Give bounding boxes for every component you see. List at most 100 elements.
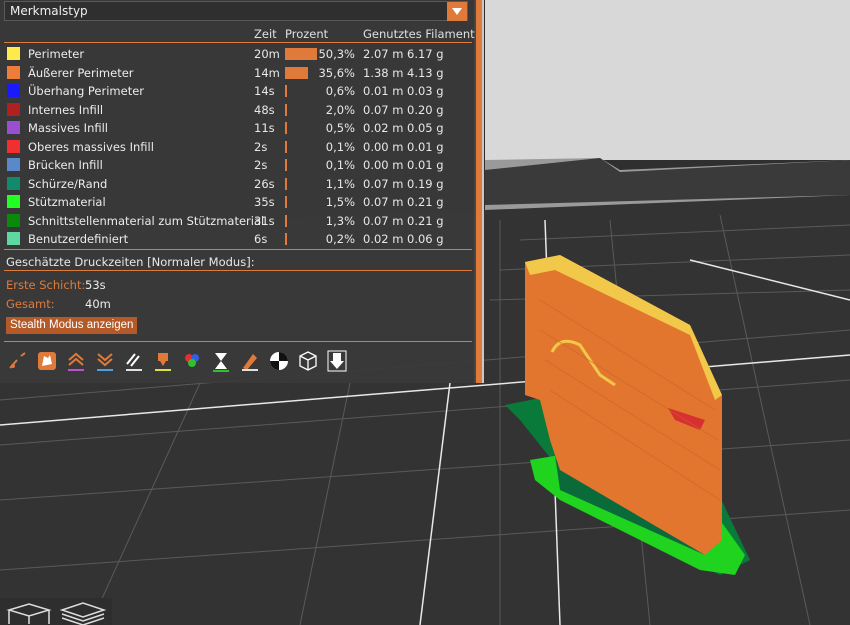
- feature-time: 2s: [254, 139, 268, 154]
- legend-row[interactable]: Internes Infill 48s 2,0% 0.07 m 0.20 g: [0, 101, 476, 119]
- percent-bar: [285, 233, 287, 245]
- feature-time: 6s: [254, 232, 268, 246]
- feature-percent: 1,1%: [325, 176, 355, 191]
- percent-bar: [285, 103, 287, 116]
- feature-length: 0.02 m: [363, 121, 404, 135]
- retractions-icon[interactable]: [65, 350, 87, 372]
- wipe-icon[interactable]: [36, 350, 58, 372]
- feature-name: Schnittstellenmaterial zum Stützmaterial: [28, 213, 265, 228]
- feature-time: 14s: [254, 84, 275, 98]
- feature-length: 0.07 m: [363, 102, 404, 117]
- shells-icon[interactable]: [297, 350, 319, 372]
- travel-icon[interactable]: [7, 350, 29, 372]
- feature-length: 0.02 m: [363, 232, 404, 246]
- feature-percent: 0,5%: [325, 121, 355, 135]
- first-layer-value: 53s: [85, 278, 106, 292]
- legend-row[interactable]: Äußerer Perimeter 14m 35,6% 1.38 m 4.13 g: [0, 64, 476, 82]
- legend-row[interactable]: Schürze/Rand 26s 1,1% 0.07 m 0.19 g: [0, 175, 476, 193]
- view-switcher: [0, 598, 112, 625]
- legend-row[interactable]: Stützmaterial 35s 1,5% 0.07 m 0.21 g: [0, 193, 476, 211]
- feature-weight: 0.21 g: [407, 195, 444, 209]
- legend-row[interactable]: Schnittstellenmaterial zum Stützmaterial…: [0, 212, 476, 230]
- feature-weight: 0.06 g: [407, 232, 444, 246]
- 3d-view-cube-icon[interactable]: [5, 600, 53, 625]
- feature-weight: 0.01 g: [407, 158, 444, 172]
- color-swatch: [7, 47, 20, 60]
- feature-weight: 6.17 g: [407, 47, 444, 61]
- feature-time: 26s: [254, 176, 275, 191]
- feature-percent: 0,2%: [325, 232, 355, 246]
- tool-changes-icon[interactable]: [152, 350, 174, 372]
- header-divider: [4, 42, 472, 43]
- color-swatch: [7, 139, 20, 153]
- feature-time: 11s: [254, 121, 275, 135]
- feature-weight: 0.20 g: [407, 102, 444, 117]
- color-swatch: [7, 232, 20, 245]
- feature-length: 0.07 m: [363, 176, 404, 191]
- toolbar-divider: [4, 341, 472, 342]
- view-type-selected: Merkmalstyp: [10, 4, 88, 18]
- feature-percent: 0,1%: [325, 158, 355, 172]
- chevron-down-icon[interactable]: [447, 2, 467, 21]
- legend-row[interactable]: Massives Infill 11s 0,5% 0.02 m 0.05 g: [0, 119, 476, 137]
- pause-icon[interactable]: [210, 350, 232, 372]
- feature-name: Überhang Perimeter: [28, 84, 145, 98]
- feature-length: 0.01 m: [363, 84, 404, 98]
- feature-length: 0.00 m: [363, 139, 404, 154]
- tool-marker-icon[interactable]: [326, 350, 348, 372]
- color-changes-icon[interactable]: [181, 350, 203, 372]
- feature-weight: 0.05 g: [407, 121, 444, 135]
- percent-bar: [285, 177, 287, 190]
- deretractions-icon[interactable]: [94, 350, 116, 372]
- color-swatch: [7, 84, 20, 97]
- color-swatch: [7, 102, 20, 116]
- total-value: 40m: [85, 297, 111, 311]
- feature-length: 0.07 m: [363, 213, 404, 228]
- legend-panel: Merkmalstyp Zeit Prozent Genutztes Filam…: [0, 0, 476, 383]
- feature-name: Brücken Infill: [28, 158, 103, 172]
- percent-bar: [285, 196, 287, 208]
- panel-scrollbar-thumb[interactable]: [476, 0, 482, 383]
- color-swatch: [7, 195, 20, 208]
- color-swatch: [7, 121, 20, 134]
- percent-bar: [285, 122, 287, 134]
- feature-name: Oberes massives Infill: [28, 139, 154, 154]
- percent-bar: [285, 159, 287, 171]
- feature-weight: 0.01 g: [407, 139, 444, 154]
- percent-bar: [285, 214, 287, 227]
- feature-percent: 50,3%: [318, 47, 355, 61]
- feature-length: 2.07 m: [363, 47, 404, 61]
- feature-time: 48s: [254, 102, 275, 117]
- view-type-dropdown[interactable]: Merkmalstyp: [4, 1, 468, 21]
- feature-name: Internes Infill: [28, 102, 104, 117]
- feature-length: 0.07 m: [363, 195, 404, 209]
- estimate-title-divider: [4, 270, 472, 271]
- column-header-percent: Prozent: [285, 27, 329, 41]
- color-swatch: [7, 213, 20, 227]
- legend-row[interactable]: Überhang Perimeter 14s 0,6% 0.01 m 0.03 g: [0, 82, 476, 100]
- seams-icon[interactable]: [123, 350, 145, 372]
- layers-view-icon[interactable]: [58, 600, 108, 625]
- legend-row[interactable]: Benutzerdefiniert 6s 0,2% 0.02 m 0.06 g: [0, 230, 476, 248]
- stealth-mode-button[interactable]: Stealth Modus anzeigen: [6, 317, 138, 334]
- feature-weight: 0.19 g: [407, 176, 444, 191]
- feature-percent: 0,6%: [325, 84, 355, 98]
- feature-name: Stützmaterial: [28, 195, 106, 209]
- feature-name: Benutzerdefiniert: [28, 232, 129, 246]
- feature-percent: 2,0%: [325, 102, 355, 117]
- legend-row[interactable]: Perimeter 20m 50,3% 2.07 m 6.17 g: [0, 45, 476, 63]
- total-label: Gesamt:: [6, 297, 55, 311]
- color-swatch: [7, 158, 20, 171]
- legend-row[interactable]: Oberes massives Infill 2s 0,1% 0.00 m 0.01 g: [0, 138, 476, 156]
- color-swatch: [7, 65, 20, 79]
- feature-name: Schürze/Rand: [28, 176, 108, 191]
- feature-length: 0.00 m: [363, 158, 404, 172]
- feature-weight: 0.03 g: [407, 84, 444, 98]
- estimate-divider: [4, 249, 472, 250]
- feature-length: 1.38 m: [363, 65, 404, 80]
- custom-gcode-icon[interactable]: [239, 350, 261, 372]
- feature-weight: 4.13 g: [407, 65, 444, 80]
- center-of-gravity-icon[interactable]: [268, 350, 290, 372]
- first-layer-label: Erste Schicht:: [6, 278, 86, 292]
- legend-row[interactable]: Brücken Infill 2s 0,1% 0.00 m 0.01 g: [0, 156, 476, 174]
